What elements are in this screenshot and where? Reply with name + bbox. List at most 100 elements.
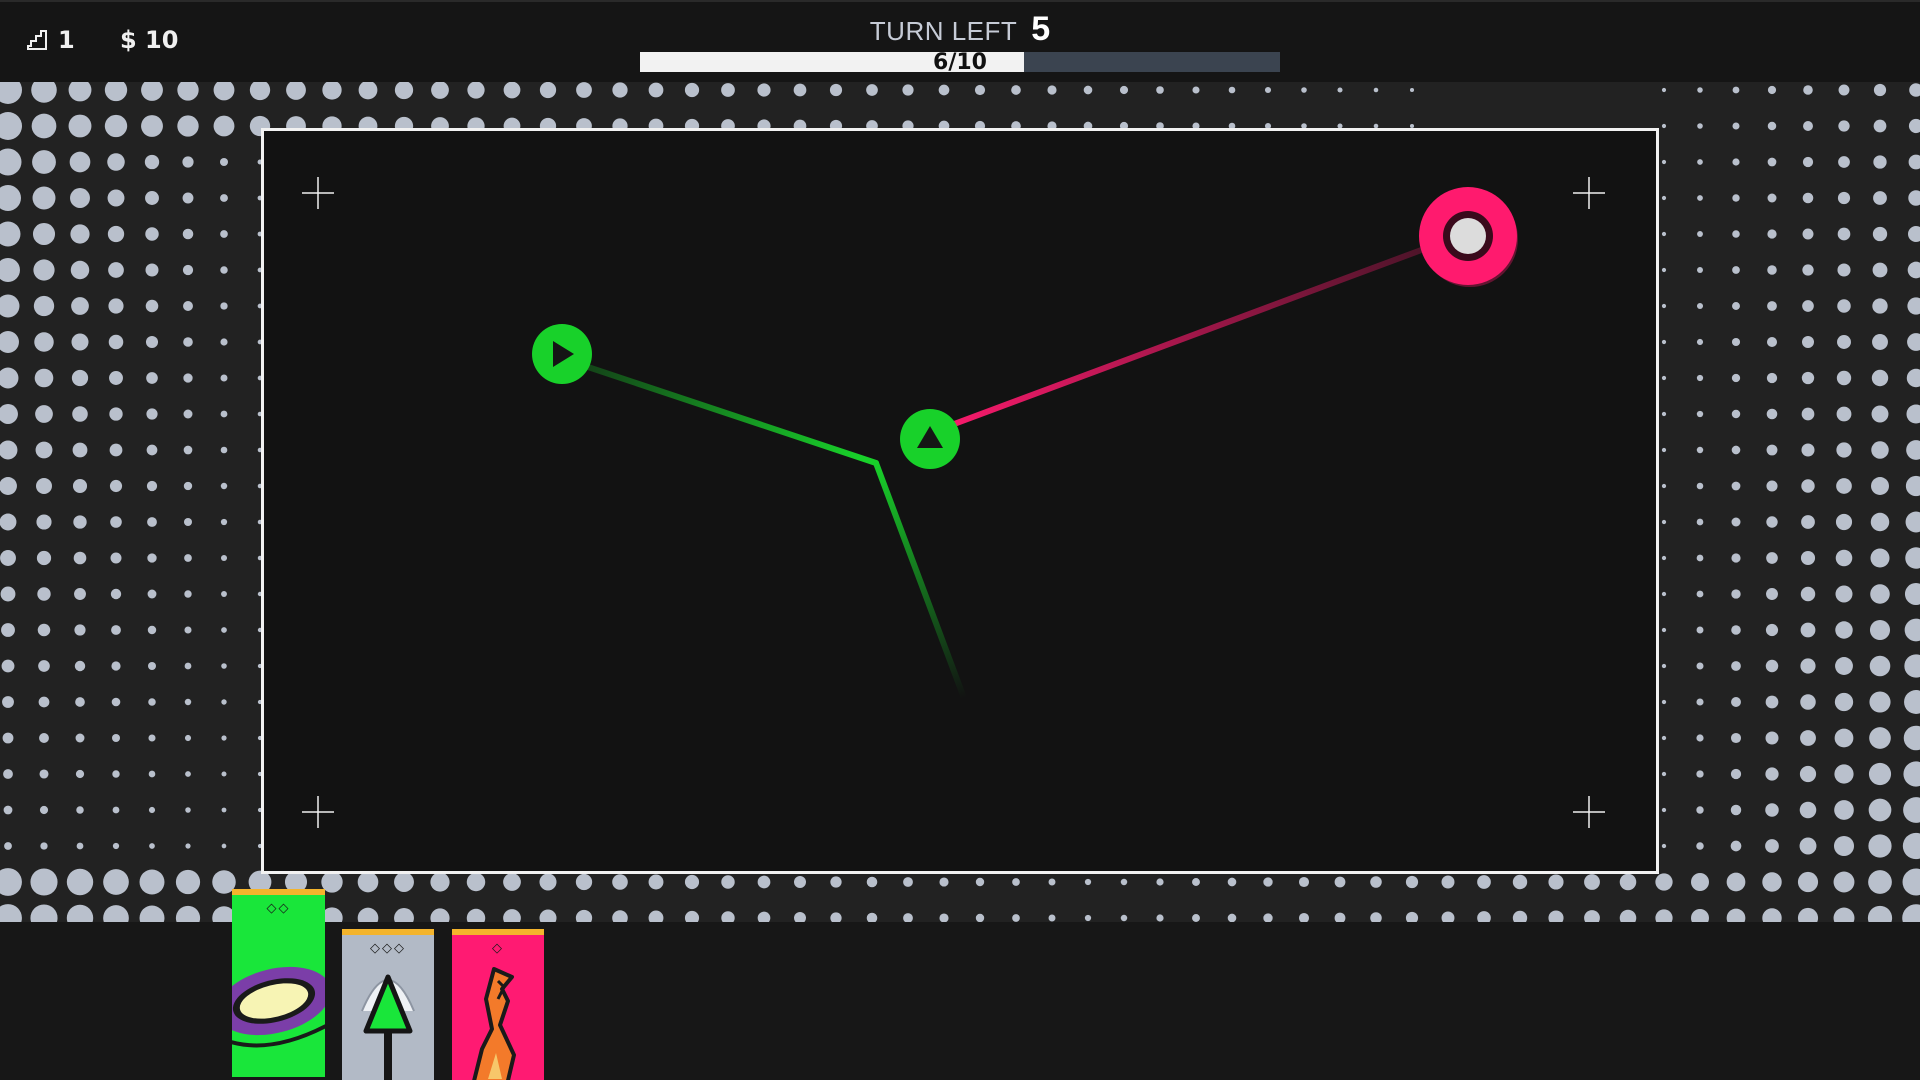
halftone-dot: [1869, 619, 1891, 641]
halftone-dot: [145, 335, 159, 349]
start-node[interactable]: [532, 324, 592, 384]
halftone-dot: [221, 771, 227, 777]
halftone-dot: [539, 909, 557, 922]
halftone-dot: [184, 734, 192, 742]
portal-card[interactable]: ◇◇: [232, 889, 325, 1077]
turn-progress-bar: 6/10: [640, 50, 1280, 75]
halftone-dot: [1765, 803, 1779, 817]
halftone-dot: [1732, 230, 1740, 238]
halftone-dot: [74, 588, 86, 600]
halftone-dot: [1661, 87, 1667, 93]
halftone-dot: [503, 82, 521, 99]
halftone-dot: [1797, 907, 1819, 922]
halftone-dot: [1834, 692, 1854, 712]
halftone-dot: [648, 82, 664, 98]
halftone-dot: [175, 869, 201, 895]
halftone-dot: [220, 230, 228, 238]
halftone-dot: [1907, 297, 1920, 315]
halftone-dot: [111, 697, 121, 707]
halftone-dot: [213, 115, 235, 137]
halftone-dot: [793, 83, 807, 97]
halftone-dot: [0, 185, 21, 211]
halftone-dot: [975, 877, 985, 887]
halftone-dot: [107, 225, 125, 243]
halftone-dot: [1696, 338, 1704, 346]
halftone-dot: [144, 154, 160, 170]
halftone-dot: [794, 876, 806, 888]
halftone-dot: [183, 373, 193, 383]
halftone-dot: [1873, 119, 1887, 133]
halftone-dot: [1731, 445, 1741, 455]
halftone-dot: [1696, 554, 1704, 562]
halftone-dot: [612, 910, 628, 922]
halftone-dot: [829, 83, 843, 97]
halftone-dot: [1661, 843, 1667, 849]
arrow-up-icon: [361, 974, 415, 1080]
halftone-dot: [1661, 123, 1667, 129]
halftone-dot: [1120, 878, 1128, 886]
halftone-dot: [1405, 911, 1419, 922]
halftone-dot: [75, 769, 85, 779]
halftone-dot: [1908, 154, 1920, 170]
halftone-dot: [1868, 762, 1892, 786]
flame-card[interactable]: ◇: [452, 929, 544, 1080]
path-junction-to-bottom: [873, 460, 967, 701]
halftone-dot: [1803, 121, 1813, 131]
halftone-dot: [430, 908, 450, 922]
halftone-dot: [1765, 731, 1779, 745]
halftone-dot: [109, 479, 123, 493]
halftone-dot: [1661, 519, 1667, 525]
corner-marker-bottom-left: [302, 796, 334, 828]
halftone-dot: [1661, 375, 1667, 381]
halftone-dot: [76, 842, 84, 850]
halftone-dot: [1909, 83, 1920, 97]
halftone-dot: [183, 517, 193, 527]
halftone-dot: [1869, 691, 1891, 713]
halftone-dot: [72, 478, 88, 494]
halftone-dot: [1902, 904, 1920, 922]
halftone-dot: [1477, 875, 1491, 889]
halftone-dot: [1731, 553, 1741, 563]
halftone-dot: [0, 331, 19, 353]
halftone-dot: [1, 623, 15, 637]
game-board[interactable]: [261, 128, 1659, 874]
halftone-dot: [1477, 911, 1491, 922]
halftone-dot: [184, 554, 192, 562]
halftone-dot: [684, 910, 700, 922]
halftone-dot: [1156, 86, 1164, 94]
halftone-dot: [1906, 404, 1920, 424]
halftone-dot: [147, 553, 157, 563]
halftone-dot: [71, 369, 89, 387]
halftone-dot: [1696, 626, 1704, 634]
halftone-dot: [1837, 191, 1851, 205]
halftone-dot: [0, 477, 17, 495]
halftone-dot: [220, 482, 228, 490]
halftone-dot: [1871, 477, 1889, 495]
halftone-dot: [938, 84, 950, 96]
halftone-dot: [70, 260, 90, 280]
halftone-dot: [794, 912, 806, 922]
halftone-dot: [1334, 876, 1346, 888]
halftone-dot: [1838, 156, 1850, 168]
halftone-dot: [31, 113, 57, 139]
halftone-dot: [1836, 370, 1852, 386]
halftone-dot: [1192, 914, 1200, 922]
halftone-dot: [182, 192, 194, 204]
halftone-dot: [32, 222, 56, 246]
halftone-dot: [1441, 875, 1455, 889]
halftone-dot: [503, 909, 521, 922]
mid-node[interactable]: [900, 409, 960, 469]
halftone-dot: [1661, 159, 1667, 165]
halftone-dot: [830, 912, 842, 922]
halftone-dot: [148, 770, 156, 778]
halftone-dot: [184, 590, 192, 598]
halftone-dot: [1904, 618, 1920, 642]
target-node[interactable]: [1419, 187, 1518, 287]
halftone-dot: [1047, 85, 1057, 95]
halftone-dot: [185, 771, 191, 777]
halftone-dot: [1869, 655, 1891, 677]
halftone-dot: [1765, 623, 1779, 637]
halftone-dot: [503, 873, 521, 891]
halftone-dot: [576, 82, 592, 98]
arrow-card[interactable]: ◇◇◇: [342, 929, 434, 1080]
